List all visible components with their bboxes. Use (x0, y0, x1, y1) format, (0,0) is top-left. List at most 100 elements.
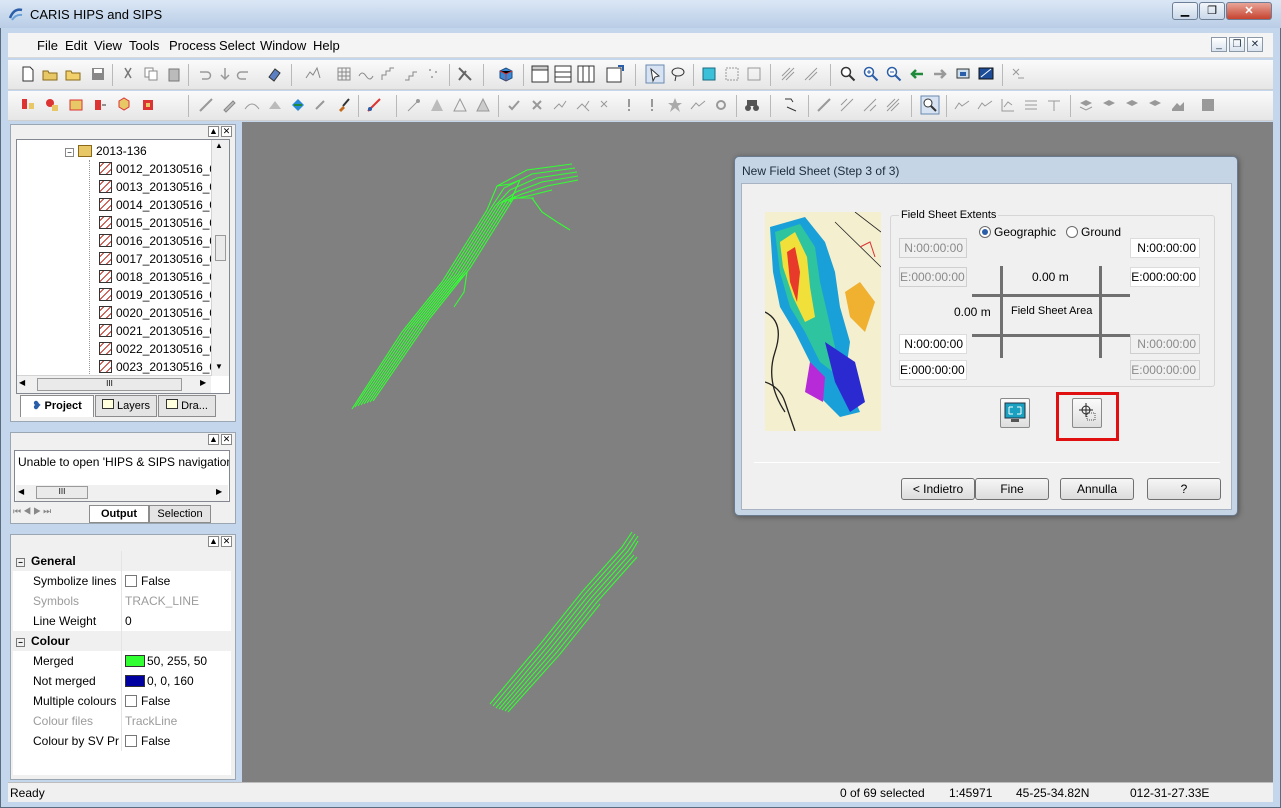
checkbox[interactable] (125, 695, 137, 707)
open-project-icon[interactable] (42, 66, 58, 82)
checkbox[interactable] (125, 575, 137, 587)
copy-icon[interactable] (143, 66, 159, 82)
cut-icon[interactable] (120, 66, 136, 82)
tree-line-item[interactable]: 0022_20130516_0 (99, 340, 216, 358)
tree-line-item[interactable]: 0023_20130516_0 (99, 358, 216, 376)
flag-tool-icon[interactable] (783, 97, 799, 113)
menu-select[interactable]: Select (219, 38, 255, 53)
prop-line-weight-value[interactable]: 0 (125, 611, 132, 631)
tab-output[interactable]: Output (89, 505, 149, 523)
slope3-icon[interactable] (862, 97, 878, 113)
tree-line-item[interactable]: 0013_20130516_0 (99, 178, 216, 196)
query-line-icon[interactable] (366, 97, 382, 113)
tree-line-item[interactable]: 0014_20130516_0 (99, 196, 216, 214)
tab-selection[interactable]: Selection (149, 505, 211, 523)
eraser-icon[interactable] (266, 66, 282, 82)
3d-cube-icon[interactable] (498, 66, 514, 82)
window-icon[interactable] (531, 65, 549, 83)
scroll-left-icon[interactable]: ◀ (19, 378, 25, 387)
hatch-icon[interactable] (780, 66, 796, 82)
slope4-icon[interactable] (885, 97, 901, 113)
prop-merged-value[interactable]: 50, 255, 50 (125, 651, 207, 671)
paste-icon[interactable] (166, 66, 182, 82)
select-box-icon[interactable] (724, 66, 740, 82)
load-tide-icon[interactable] (68, 97, 84, 113)
close-button[interactable]: ✕ (1226, 2, 1272, 20)
select-tool-icon[interactable] (645, 64, 665, 84)
binoculars-icon[interactable] (744, 97, 760, 113)
zoom-in-icon[interactable] (863, 66, 879, 82)
scroll-thumb[interactable]: III (37, 378, 182, 391)
category-general[interactable]: − General (13, 551, 231, 571)
help-button[interactable]: ? (1147, 478, 1221, 500)
tree-line-item[interactable]: 0021_20130516_0 (99, 322, 216, 340)
panel-close-button[interactable]: ✕ (221, 126, 232, 137)
undo-icon[interactable] (196, 66, 212, 82)
chart-icon[interactable] (954, 97, 970, 113)
brush-icon[interactable] (336, 97, 352, 113)
collapse-icon[interactable]: − (16, 638, 25, 647)
scroll-thumb[interactable]: III (36, 486, 88, 499)
bottom-left-north-field[interactable]: N:00:00:00 (899, 334, 967, 354)
scroll-down-icon[interactable]: ▼ (215, 362, 223, 371)
mdi-restore-button[interactable]: ❐ (1229, 37, 1245, 52)
collapse-icon[interactable]: − (16, 558, 25, 567)
top-right-north-field[interactable]: N:00:00:00 (1130, 238, 1200, 258)
tree-line-item[interactable]: 0012_20130516_0 (99, 160, 216, 178)
output-text-area[interactable]: Unable to open 'HIPS & SIPS navigation ◀… (14, 450, 230, 502)
zoom-to-extent-button[interactable] (1000, 398, 1030, 428)
line-tool-icon[interactable] (198, 97, 214, 113)
tree-horizontal-scrollbar[interactable]: ◀ III ▶ (17, 375, 211, 393)
tree-line-item[interactable]: 0016_20130516_0 (99, 232, 216, 250)
tree-vertical-scrollbar[interactable]: ▲ ▼ (211, 140, 229, 376)
triangle3-icon[interactable] (475, 97, 491, 113)
back-button[interactable]: < Indietro (901, 478, 975, 500)
steps-icon[interactable] (380, 66, 396, 82)
open-icon[interactable] (65, 66, 81, 82)
merge-icon[interactable] (92, 97, 108, 113)
accept-area-icon[interactable] (552, 97, 568, 113)
category-colour[interactable]: − Colour (13, 631, 231, 651)
zoom-window-icon[interactable] (920, 95, 940, 115)
tree-line-item[interactable]: 0020_20130516_0 (99, 304, 216, 322)
cancel-button[interactable]: Annulla (1060, 478, 1134, 500)
chart4-icon[interactable] (1023, 97, 1039, 113)
layer2-icon[interactable] (1101, 97, 1117, 113)
tab-draw[interactable]: Dra... (158, 395, 216, 417)
panel-pin-button[interactable]: ▲ (208, 434, 219, 445)
hatch2-icon[interactable] (803, 66, 819, 82)
move-down-icon[interactable] (217, 66, 233, 82)
prop-colour-by-sv-value[interactable]: False (125, 731, 170, 751)
chart3-icon[interactable] (1000, 97, 1016, 113)
tree-line-item[interactable]: 0015_20130516_0 (99, 214, 216, 232)
radio-button[interactable] (1066, 226, 1078, 238)
scroll-thumb[interactable] (215, 235, 226, 261)
scroll-right-icon[interactable]: ▶ (200, 378, 206, 387)
subset-icon[interactable] (313, 97, 329, 113)
save-icon[interactable] (90, 66, 106, 82)
select-area-icon[interactable] (701, 66, 717, 82)
scroll-right-icon[interactable]: ▶ (216, 487, 222, 496)
tile-vertical-icon[interactable] (577, 65, 595, 83)
new-file-icon[interactable] (20, 66, 36, 82)
panel-close-button[interactable]: ✕ (221, 434, 232, 445)
panel-pin-button[interactable]: ▲ (208, 126, 219, 137)
outstanding-icon[interactable] (690, 97, 706, 113)
profile-icon[interactable] (305, 66, 321, 82)
forward-arrow-icon[interactable] (932, 66, 948, 82)
slope2-icon[interactable] (839, 97, 855, 113)
scroll-up-icon[interactable]: ▲ (215, 141, 223, 150)
menu-file[interactable]: File (37, 38, 58, 53)
redo-icon[interactable] (236, 66, 252, 82)
pen-icon[interactable] (221, 97, 237, 113)
wave-icon[interactable] (358, 66, 374, 82)
prop-not-merged-value[interactable]: 0, 0, 160 (125, 671, 194, 691)
layer-icon[interactable] (1078, 97, 1094, 113)
radio-ground[interactable]: Ground (1066, 225, 1121, 239)
panel-close-button[interactable]: ✕ (221, 536, 232, 547)
zoom-extent-icon[interactable] (955, 66, 971, 82)
compute-tpu-icon[interactable] (290, 97, 306, 113)
layer5-icon[interactable] (1170, 97, 1186, 113)
maximize-button[interactable]: ❐ (1199, 2, 1225, 20)
tile-horizontal-icon[interactable] (554, 65, 572, 83)
